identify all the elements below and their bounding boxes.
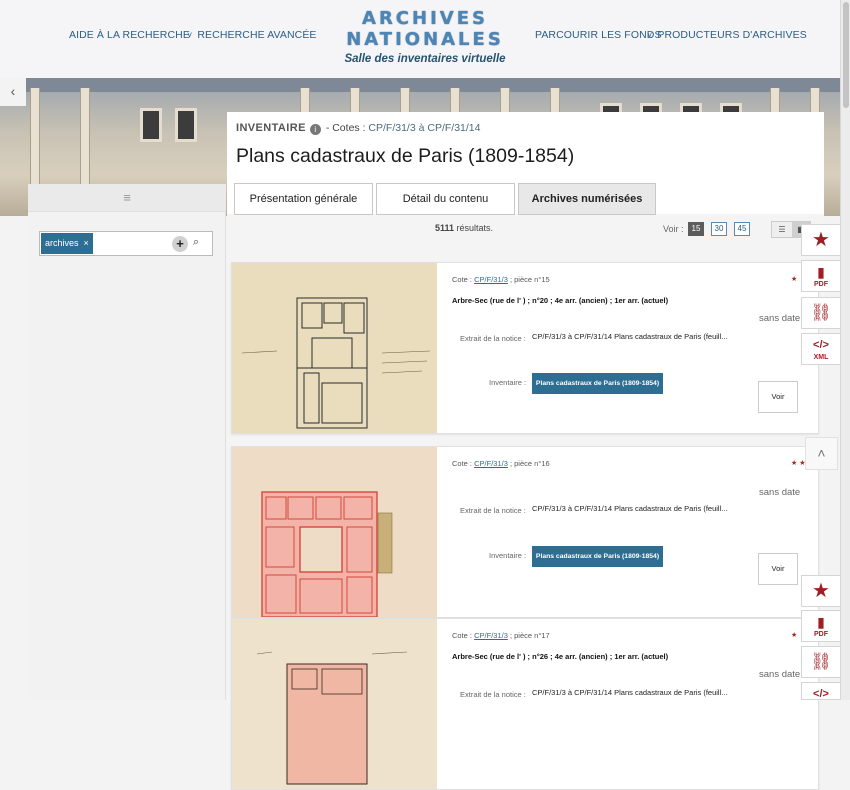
results-bar: 5111 résultats. Voir : 15 30 45 ☰ ▦ [227, 220, 824, 240]
nav-parcourir-fonds[interactable]: PARCOURIR LES FONDS [535, 29, 662, 41]
tab-detail-contenu[interactable]: Détail du contenu [376, 183, 515, 215]
favorite-icon[interactable]: ★ ★ [791, 459, 806, 467]
inventaire-link-button[interactable]: Plans cadastraux de Paris (1809-1854) [532, 373, 663, 394]
page-title: Plans cadastraux de Paris (1809-1854) [236, 145, 575, 167]
result-card: Cote : CP/F/31/3 ; pièce n°17 ★ Arbre-Se… [231, 618, 819, 790]
code-icon: </> [813, 339, 829, 351]
favorite-icon[interactable]: ★ [791, 275, 797, 283]
document-title[interactable]: Arbre-Sec (rue de l' ) ; n°26 ; 4e arr. … [452, 652, 668, 661]
nav-producteurs-archives[interactable]: ˅ PRODUCTEURS D'ARCHIVES [647, 29, 807, 41]
cotes-range: CP/F/31/3 à CP/F/31/14 [368, 122, 481, 134]
inventaire-field-label: Inventaire : [489, 551, 527, 560]
page-size-30[interactable]: 30 [711, 222, 727, 236]
pdf-export-button[interactable]: ▮ PDF [801, 260, 841, 292]
page-size-label: Voir : [663, 224, 684, 234]
facet-search-field[interactable]: archives × + ⌕ [39, 231, 213, 256]
nav-recherche-avancee[interactable]: ˅ RECHERCHE AVANCÉE [187, 29, 317, 41]
extrait-text: CP/F/31/3 à CP/F/31/14 Plans cadastraux … [532, 688, 728, 697]
back-button[interactable]: ‹ [0, 78, 26, 106]
favorite-icon[interactable]: ★ [791, 631, 797, 639]
chevron-down-icon: ˅ [647, 30, 653, 40]
pdf-icon: ▮ [817, 614, 825, 630]
main-content: INVENTAIRE i - Cotes : CP/F/31/3 à CP/F/31… [227, 112, 824, 790]
top-navigation-bar: AIDE À LA RECHERCHE ˅ RECHERCHE AVANCÉE A… [0, 0, 840, 78]
cotes-prefix: - Cotes : [325, 122, 366, 134]
results-count: 5111 résultats. [435, 223, 494, 233]
result-card: Cote : CP/F/31/3 ; pièce n°15 ★ Arbre-Se… [231, 262, 819, 434]
cote-line: Cote : CP/F/31/3 ; pièce n°17 [452, 631, 550, 640]
xml-export-button[interactable]: </> [801, 682, 841, 700]
voir-button[interactable]: Voir [758, 553, 798, 585]
list-view-icon[interactable]: ☰ [772, 222, 792, 237]
info-icon[interactable]: i [309, 124, 321, 135]
page-size-15[interactable]: 15 [688, 222, 704, 236]
plan-thumbnail-image[interactable] [232, 263, 437, 433]
voir-button[interactable]: Voir [758, 381, 798, 413]
sidebar-toggle-handle[interactable]: ≡ [28, 184, 226, 212]
document-date: sans date [759, 669, 801, 680]
cote-line: Cote : CP/F/31/3 ; pièce n°15 [452, 275, 550, 284]
cote-link[interactable]: CP/F/31/3 [474, 631, 508, 640]
logo-title: ARCHIVES NATIONALES [346, 8, 504, 50]
inventaire-field-label: Inventaire : [489, 378, 527, 387]
card-details: Cote : CP/F/31/3 ; pièce n°17 ★ Arbre-Se… [441, 619, 818, 789]
page-size-45[interactable]: 45 [734, 222, 750, 236]
cote-link[interactable]: CP/F/31/3 [474, 459, 508, 468]
inventory-header: INVENTAIRE i - Cotes : CP/F/31/3 à CP/F/31… [227, 112, 824, 215]
extrait-label: Extrait de la notice : [460, 334, 526, 343]
inventaire-link-button[interactable]: Plans cadastraux de Paris (1809-1854) [532, 546, 663, 567]
document-title[interactable]: Arbre-Sec (rue de l' ) ; n°20 ; 4e arr. … [452, 296, 668, 305]
document-date: sans date [759, 313, 801, 324]
favorites-button[interactable]: ★ [801, 224, 841, 256]
chip-remove-icon[interactable]: × [84, 238, 89, 248]
document-date: sans date [759, 487, 801, 498]
tab-presentation-generale[interactable]: Présentation générale [234, 183, 373, 215]
plan-thumbnail-image[interactable] [232, 619, 437, 789]
archives-nationales-logo[interactable]: ARCHIVES NATIONALES Salle des inventaire… [337, 8, 513, 65]
scroll-to-top-button[interactable]: ˄ [805, 437, 838, 470]
search-icon[interactable]: ⌕ [193, 236, 199, 249]
favorites-button[interactable]: ★ [801, 575, 841, 607]
plan-thumbnail-image[interactable] [232, 447, 437, 617]
result-card: Cote : CP/F/31/3 ; pièce n°16 ★ ★ sans d… [231, 446, 819, 618]
scrollbar-thumb[interactable] [843, 2, 849, 108]
chevron-down-icon: ˅ [187, 30, 193, 40]
link-icon: ⛓ [810, 652, 832, 671]
nav-aide-recherche[interactable]: AIDE À LA RECHERCHE [69, 29, 190, 41]
inventory-meta: INVENTAIRE i - Cotes : CP/F/31/3 à CP/F/31… [236, 122, 480, 135]
filter-chip-archives[interactable]: archives × [41, 233, 93, 254]
star-icon: ★ [812, 229, 830, 251]
card-details: Cote : CP/F/31/3 ; pièce n°15 ★ Arbre-Se… [441, 263, 818, 433]
card-details: Cote : CP/F/31/3 ; pièce n°16 ★ ★ sans d… [441, 447, 818, 617]
pdf-export-button[interactable]: ▮ PDF [801, 610, 841, 642]
extrait-label: Extrait de la notice : [460, 506, 526, 515]
logo-subtitle: Salle des inventaires virtuelle [344, 53, 506, 65]
xml-export-button[interactable]: </> XML [801, 333, 841, 365]
star-icon: ★ [812, 580, 830, 602]
cote-link[interactable]: CP/F/31/3 [474, 275, 508, 284]
extrait-text: CP/F/31/3 à CP/F/31/14 Plans cadastraux … [532, 504, 728, 513]
page-scrollbar[interactable] [840, 0, 850, 700]
tab-archives-numerisees[interactable]: Archives numérisées [518, 183, 656, 215]
facet-sidebar: ≡ archives × + ⌕ [28, 184, 226, 700]
cote-line: Cote : CP/F/31/3 ; pièce n°16 [452, 459, 550, 468]
extrait-label: Extrait de la notice : [460, 690, 526, 699]
add-filter-button[interactable]: + [172, 236, 188, 252]
inventaire-label: INVENTAIRE [236, 122, 306, 134]
link-icon: ⛓ [810, 303, 832, 322]
permalink-button[interactable]: ⛓ [801, 297, 841, 329]
extrait-text: CP/F/31/3 à CP/F/31/14 Plans cadastraux … [532, 332, 728, 341]
pdf-icon: ▮ [817, 264, 825, 280]
code-icon: </> [813, 688, 829, 700]
permalink-button[interactable]: ⛓ [801, 646, 841, 678]
